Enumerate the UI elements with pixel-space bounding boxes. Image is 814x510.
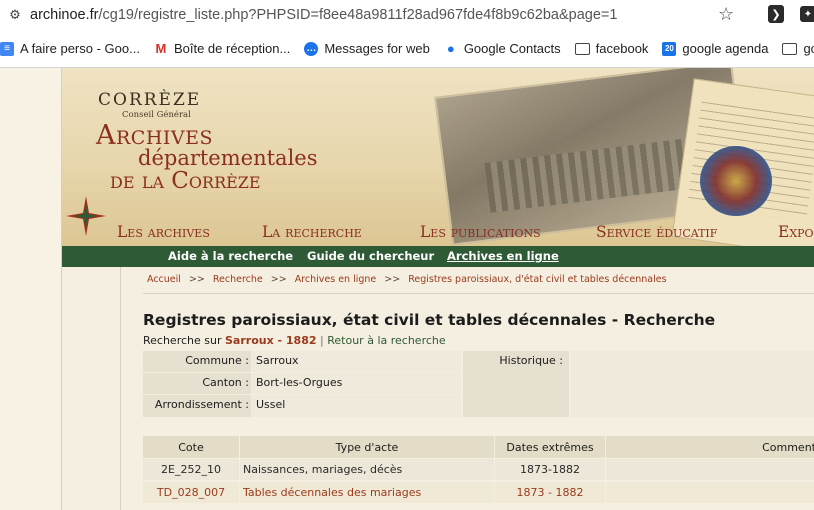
subnav-guide[interactable]: Guide du chercheur bbox=[307, 249, 434, 263]
bookmark-label: facebook bbox=[595, 41, 649, 56]
messages-icon: … bbox=[304, 41, 319, 56]
bookmark-label: Messages for web bbox=[324, 41, 430, 56]
bookmark-google[interactable]: google bbox=[778, 35, 814, 63]
breadcrumb-sep: >> bbox=[188, 274, 205, 285]
calendar-icon: 20 bbox=[662, 41, 677, 56]
breadcrumb-archives-en-ligne[interactable]: Archives en ligne bbox=[295, 274, 377, 285]
table-row-cote-link[interactable]: TD_028_007 bbox=[143, 482, 239, 503]
table-row-type: Naissances, mariages, décès bbox=[240, 459, 494, 480]
subnav-aide[interactable]: Aide à la recherche bbox=[168, 249, 293, 263]
logo-de-la-correze: de la Corrèze bbox=[110, 168, 261, 194]
folder-icon bbox=[574, 42, 590, 55]
breadcrumb-sep: >> bbox=[270, 274, 287, 285]
breadcrumb-sep: >> bbox=[384, 274, 401, 285]
arrondissement-row: Arrondissement : Ussel bbox=[143, 395, 461, 417]
address-bar[interactable]: ⚙ archinoe.fr/cg19/registre_liste.php?PH… bbox=[0, 0, 814, 30]
header-dates: Dates extrêmes bbox=[495, 436, 605, 458]
breadcrumb-recherche[interactable]: Recherche bbox=[213, 274, 263, 285]
contacts-icon: ● bbox=[446, 41, 455, 56]
bookmark-gmail[interactable]: M Boîte de réception... bbox=[150, 35, 294, 63]
canton-label: Canton : bbox=[202, 376, 249, 389]
main-nav: Les archives La recherche Les publicatio… bbox=[62, 218, 814, 248]
canton-value: Bort-les-Orgues bbox=[251, 373, 461, 394]
bookmark-contacts[interactable]: ● Google Contacts bbox=[440, 35, 565, 63]
search-summary: Recherche sur Sarroux - 1882 | Retour à … bbox=[143, 334, 446, 347]
search-sep: | bbox=[320, 334, 324, 347]
logo-correze[interactable]: CORRÈZE bbox=[98, 90, 201, 110]
historique-label: Historique : bbox=[463, 351, 569, 417]
web-page: CORRÈZE Conseil Général Archives départe… bbox=[0, 68, 814, 510]
arrondissement-value: Ussel bbox=[251, 395, 461, 417]
extension-icon[interactable]: ❯ bbox=[768, 5, 784, 23]
url-host: archinoe.fr bbox=[30, 7, 99, 23]
sub-nav: Aide à la recherche Guide du chercheur A… bbox=[62, 246, 814, 267]
divider bbox=[143, 293, 814, 294]
bookmark-label: Google Contacts bbox=[463, 41, 561, 56]
commune-value: Sarroux bbox=[251, 351, 461, 372]
table-row-cote: 2E_252_10 bbox=[143, 459, 239, 480]
header-commentaire: Comment bbox=[606, 436, 814, 458]
main-content: Accueil >> Recherche >> Archives en ligne >> R… bbox=[120, 267, 814, 510]
bookmark-label: A faire perso - Goo... bbox=[20, 41, 140, 56]
nav-les-archives[interactable]: Les archives bbox=[117, 223, 210, 241]
subnav-archives-en-ligne[interactable]: Archives en ligne bbox=[447, 249, 559, 263]
commune-row: Commune : Sarroux bbox=[143, 351, 461, 372]
bookmark-facebook[interactable]: facebook bbox=[571, 35, 653, 63]
table-row-type-link[interactable]: Tables décennales des mariages bbox=[240, 482, 494, 503]
site-info-icon[interactable]: ⚙ bbox=[0, 0, 30, 30]
search-prefix: Recherche sur bbox=[143, 334, 222, 347]
canton-row: Canton : Bort-les-Orgues bbox=[143, 373, 461, 394]
bookmark-agenda[interactable]: 20 google agenda bbox=[658, 35, 772, 63]
table-row-comment bbox=[606, 482, 814, 503]
header-type-acte: Type d'acte bbox=[240, 436, 494, 458]
nav-la-recherche[interactable]: La recherche bbox=[262, 223, 362, 241]
table-row-dates-link[interactable]: 1873 - 1882 bbox=[495, 482, 605, 503]
logo-departementales: départementales bbox=[138, 146, 318, 170]
commune-label: Commune : bbox=[185, 354, 249, 367]
breadcrumb-current: Registres paroissiaux, d'état civil et t… bbox=[408, 274, 667, 285]
back-to-search-link[interactable]: Retour à la recherche bbox=[327, 334, 445, 347]
bookmark-star-icon[interactable]: ☆ bbox=[718, 4, 734, 25]
bookmark-messages[interactable]: … Messages for web bbox=[300, 35, 434, 63]
docs-icon: ≡ bbox=[0, 41, 14, 56]
page-title: Registres paroissiaux, état civil et tab… bbox=[143, 311, 716, 329]
search-place-link[interactable]: Sarroux - 1882 bbox=[225, 334, 317, 347]
header-cote: Cote bbox=[143, 436, 239, 458]
folder-icon bbox=[782, 42, 798, 55]
table-row-dates: 1873-1882 bbox=[495, 459, 605, 480]
nav-service-educatif[interactable]: Service éducatif bbox=[596, 223, 717, 241]
bookmark-label: Boîte de réception... bbox=[173, 41, 291, 56]
breadcrumb-accueil[interactable]: Accueil bbox=[147, 274, 181, 285]
bookmark-docs[interactable]: ≡ A faire perso - Goo... bbox=[0, 35, 144, 63]
left-margin bbox=[0, 68, 62, 510]
breadcrumb: Accueil >> Recherche >> Archives en ligne >> R… bbox=[147, 274, 667, 285]
bookmark-label: google agenda bbox=[682, 41, 769, 56]
arrondissement-label: Arrondissement : bbox=[154, 398, 249, 411]
illuminated-letter bbox=[700, 146, 772, 216]
commune-info-table: Commune : Sarroux Canton : Bort-les-Orgu… bbox=[143, 351, 814, 417]
extension-puzzle-icon[interactable]: ✦ bbox=[800, 6, 814, 22]
historique-value bbox=[571, 351, 814, 417]
nav-expo[interactable]: Expo bbox=[778, 223, 814, 241]
bookmark-label: google bbox=[803, 41, 814, 56]
url-path: /cg19/registre_liste.php?PHPSID=f8ee48a9… bbox=[98, 7, 618, 23]
nav-les-publications[interactable]: Les publications bbox=[420, 223, 541, 241]
gmail-icon: M bbox=[155, 41, 167, 56]
logo-conseil-general: Conseil Général bbox=[122, 110, 191, 120]
url-text[interactable]: archinoe.fr/cg19/registre_liste.php?PHPS… bbox=[30, 7, 617, 23]
bookmarks-bar: ≡ A faire perso - Goo... M Boîte de récept… bbox=[0, 30, 814, 68]
table-row-comment bbox=[606, 459, 814, 480]
